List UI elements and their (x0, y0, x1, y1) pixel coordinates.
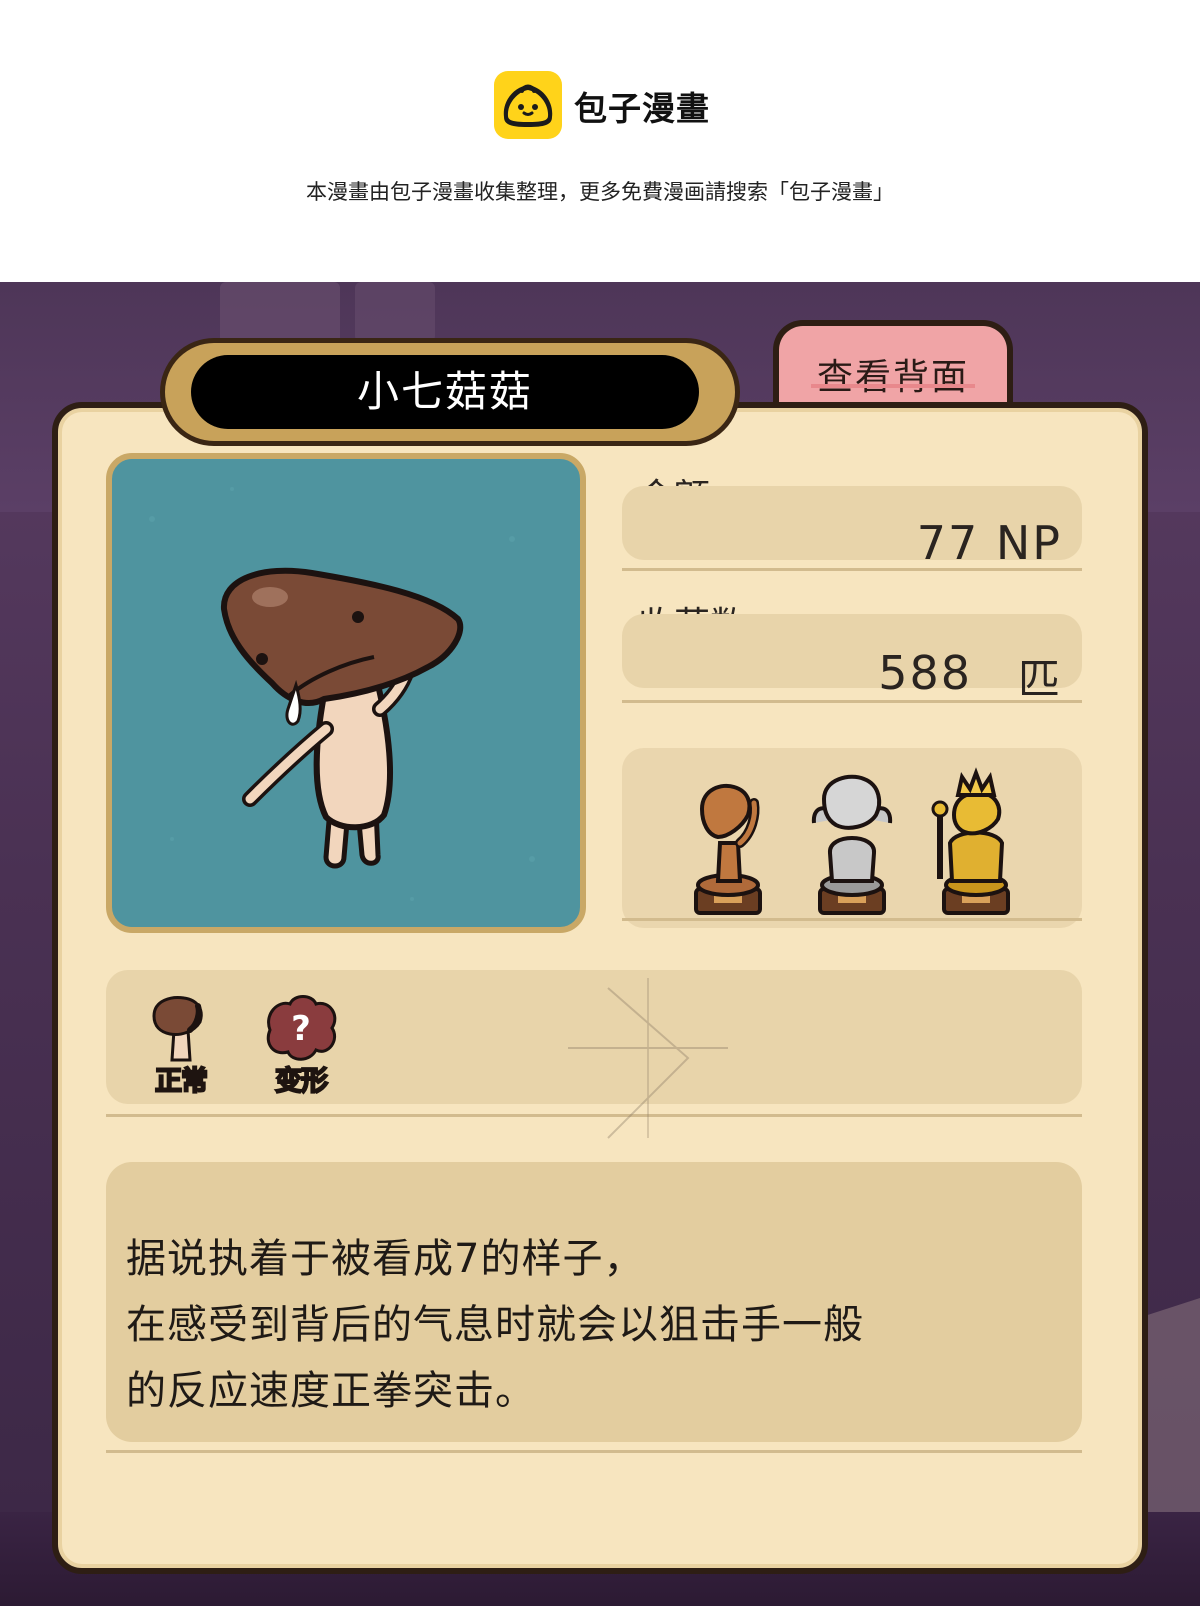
silver-trophy-icon[interactable] (802, 763, 902, 923)
divider (622, 918, 1082, 921)
baozi-logo-icon[interactable] (494, 71, 562, 139)
money-value: 77 NP (916, 516, 1062, 570)
harvest-value: 588 (878, 646, 972, 700)
title-bar: 小七菇菇 (191, 355, 699, 429)
site-banner: 包子漫畫 本漫畫由包子漫畫收集整理，更多免費漫画請搜索「包子漫畫」 (0, 0, 1200, 282)
description-line: 在感受到背后的气息时就会以狙击手一般 (126, 1302, 864, 1348)
form-mutation[interactable]: ? 变形 (256, 990, 346, 1098)
svg-text:?: ? (291, 1009, 311, 1049)
form-mutation-label: 变形 (274, 1065, 329, 1098)
harvest-unit: 匹 (1017, 655, 1062, 704)
game-scene: 查看背面 77 NP 588 匹 正常 ? 变形 据说执着于被看成7的样子， 在… (0, 282, 1200, 1606)
divider (622, 568, 1082, 571)
gold-trophy-icon[interactable] (926, 763, 1026, 923)
divider (622, 700, 1082, 703)
bronze-trophy-icon[interactable] (678, 763, 778, 923)
watermark-icon (568, 978, 728, 1139)
view-back-label: 查看背面 (816, 357, 969, 398)
form-normal[interactable]: 正常 (136, 990, 226, 1098)
site-name[interactable]: 包子漫畫 (574, 82, 710, 130)
mushroom-card: 金额 77 NP 收获数 588 匹 (52, 402, 1148, 1574)
description-panel: 据说执着于被看成7的样子， 在感受到背后的气息时就会以狙击手一般 的反应速度正拳… (106, 1162, 1082, 1442)
harvest-box (622, 614, 1082, 688)
description-line: 的反应速度正拳突击。 (126, 1368, 536, 1414)
description-line: 据说执着于被看成7的样子， (126, 1236, 645, 1282)
title-plate: 小七菇菇 (160, 338, 740, 446)
normal-form-icon (152, 996, 203, 1062)
mystery-form-icon: ? (266, 995, 337, 1061)
form-normal-label: 正常 (154, 1065, 209, 1098)
mushroom-portrait (106, 453, 586, 933)
divider (106, 1450, 1082, 1453)
collection-notice: 本漫畫由包子漫畫收集整理，更多免費漫画請搜索「包子漫畫」 (306, 180, 894, 204)
background-card-icon (355, 282, 435, 342)
mushroom-character-icon (149, 487, 535, 901)
mushroom-name: 小七菇菇 (356, 367, 533, 416)
trophy-panel (622, 748, 1082, 928)
